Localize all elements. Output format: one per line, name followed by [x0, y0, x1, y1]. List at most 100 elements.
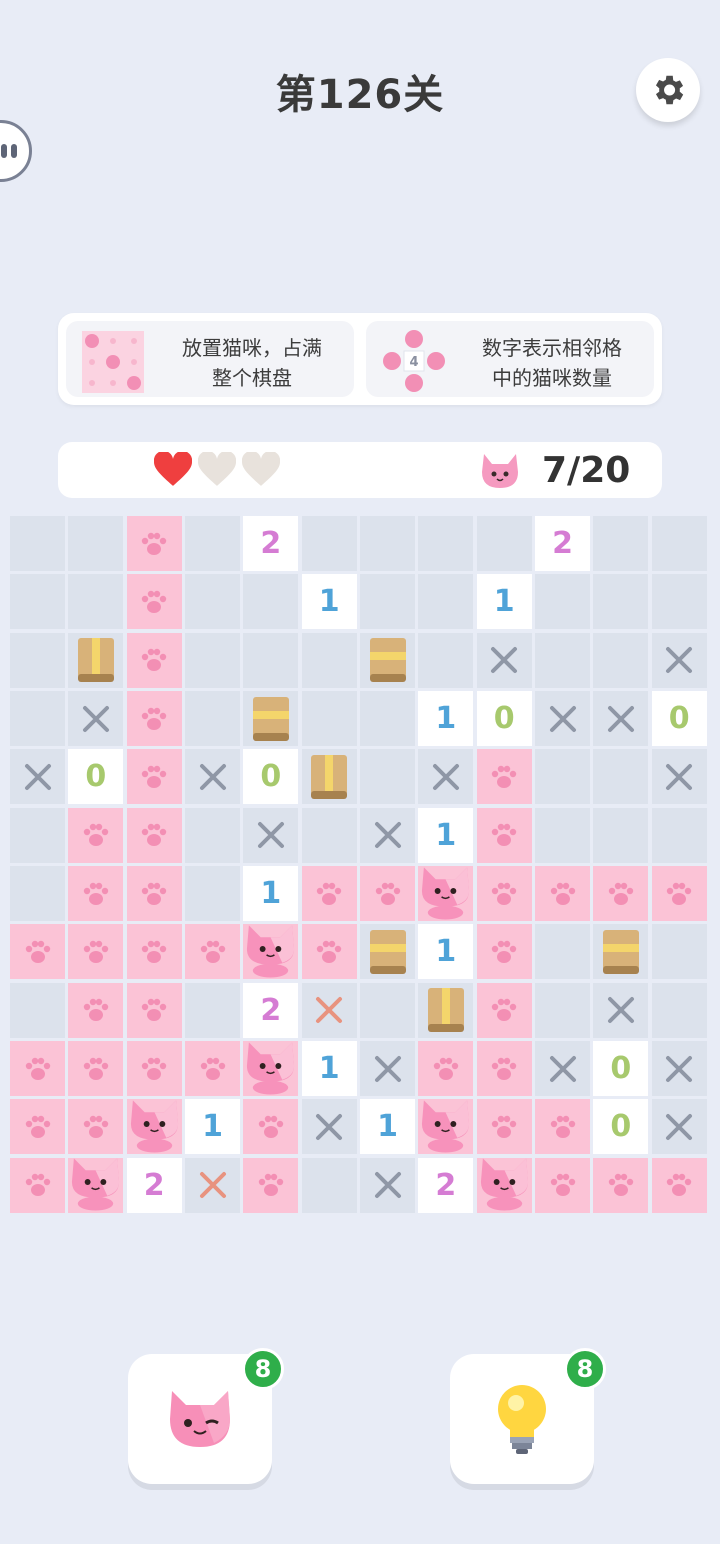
board-cell-paw[interactable] [476, 749, 532, 805]
board-cell-paw[interactable] [126, 632, 182, 688]
board-cell-box[interactable] [243, 691, 299, 746]
board-cell-empty[interactable] [10, 574, 65, 630]
board-cell-empty[interactable] [651, 516, 707, 571]
board-cell-paw[interactable] [126, 807, 182, 863]
assistant-bubble[interactable] [0, 120, 32, 182]
board-cell-marked[interactable] [535, 691, 590, 746]
board-cell-number[interactable]: 1 [360, 1099, 415, 1155]
board-cell-box[interactable] [360, 632, 415, 688]
board-cell-box[interactable] [301, 749, 357, 805]
board-cell-box[interactable] [418, 982, 474, 1038]
board-cell-empty[interactable] [593, 749, 649, 805]
board-cell-empty[interactable] [651, 924, 707, 980]
board-cell-empty[interactable] [68, 516, 124, 571]
board-cell-number[interactable]: 2 [126, 1157, 182, 1213]
board-cell-paw[interactable] [126, 749, 182, 805]
board-cell-number[interactable]: 2 [243, 516, 299, 571]
board-cell-paw[interactable] [10, 924, 65, 980]
board-cell-number[interactable]: 0 [243, 749, 299, 805]
board-cell-number[interactable]: 0 [593, 1099, 649, 1155]
board-cell-marked[interactable] [68, 691, 124, 746]
board-cell-number[interactable]: 0 [68, 749, 124, 805]
board-cell-paw[interactable] [535, 866, 590, 921]
board-cell-empty[interactable] [185, 516, 240, 571]
board-cell-empty[interactable] [243, 632, 299, 688]
board-cell-number[interactable]: 2 [535, 516, 590, 571]
board-cell-empty[interactable] [535, 807, 590, 863]
board-cell-paw[interactable] [243, 1157, 299, 1213]
board-cell-empty[interactable] [10, 866, 65, 921]
board-cell-box[interactable] [593, 924, 649, 980]
board-cell-empty[interactable] [185, 574, 240, 630]
board-cell-empty[interactable] [10, 807, 65, 863]
settings-button[interactable] [636, 58, 700, 122]
board-cell-cat[interactable] [126, 1099, 182, 1155]
board-cell-cat[interactable] [418, 866, 474, 921]
board-cell-paw[interactable] [651, 1157, 707, 1213]
board-cell-marked[interactable] [651, 1099, 707, 1155]
board-cell-empty[interactable] [593, 516, 649, 571]
board-cell-cat[interactable] [476, 1157, 532, 1213]
board-cell-paw[interactable] [535, 1099, 590, 1155]
board-cell-wrong[interactable] [301, 982, 357, 1038]
board-cell-number[interactable]: 1 [185, 1099, 240, 1155]
board-cell-paw[interactable] [68, 1099, 124, 1155]
board-cell-number[interactable]: 1 [301, 574, 357, 630]
board-cell-number[interactable]: 0 [593, 1041, 649, 1096]
board-cell-empty[interactable] [418, 574, 474, 630]
board-cell-paw[interactable] [10, 1099, 65, 1155]
board-cell-empty[interactable] [243, 574, 299, 630]
board-cell-marked[interactable] [535, 1041, 590, 1096]
board-cell-paw[interactable] [185, 1041, 240, 1096]
board-cell-paw[interactable] [301, 866, 357, 921]
board-cell-paw[interactable] [651, 866, 707, 921]
cat-hint-button[interactable]: 8 [128, 1348, 284, 1484]
board-cell-marked[interactable] [10, 749, 65, 805]
board-cell-paw[interactable] [476, 982, 532, 1038]
board-cell-number[interactable]: 2 [418, 1157, 474, 1213]
board-cell-number[interactable]: 0 [476, 691, 532, 746]
board-cell-marked[interactable] [476, 632, 532, 688]
board-cell-empty[interactable] [360, 749, 415, 805]
board-cell-empty[interactable] [360, 691, 415, 746]
board-cell-empty[interactable] [185, 866, 240, 921]
board-cell-box[interactable] [68, 632, 124, 688]
board-cell-empty[interactable] [10, 691, 65, 746]
board-cell-number[interactable]: 1 [418, 924, 474, 980]
board-cell-paw[interactable] [476, 924, 532, 980]
board-cell-number[interactable]: 1 [301, 1041, 357, 1096]
board-cell-paw[interactable] [126, 982, 182, 1038]
board-cell-empty[interactable] [185, 807, 240, 863]
board-cell-cat[interactable] [68, 1157, 124, 1213]
hint-bulb-button[interactable]: 8 [450, 1348, 606, 1484]
board-cell-empty[interactable] [651, 807, 707, 863]
board-cell-empty[interactable] [593, 807, 649, 863]
board-cell-paw[interactable] [185, 924, 240, 980]
board-cell-empty[interactable] [360, 982, 415, 1038]
board-cell-number[interactable]: 1 [476, 574, 532, 630]
board-cell-empty[interactable] [535, 982, 590, 1038]
board-cell-empty[interactable] [10, 516, 65, 571]
board-cell-marked[interactable] [418, 749, 474, 805]
board-cell-empty[interactable] [535, 749, 590, 805]
board-cell-number[interactable]: 1 [243, 866, 299, 921]
board-cell-number[interactable]: 1 [418, 691, 474, 746]
board-cell-marked[interactable] [360, 1041, 415, 1096]
board-cell-paw[interactable] [126, 691, 182, 746]
game-board[interactable]: 22111000011121011022 [10, 516, 710, 1216]
board-cell-marked[interactable] [185, 749, 240, 805]
board-cell-marked[interactable] [360, 1157, 415, 1213]
board-cell-empty[interactable] [535, 632, 590, 688]
board-cell-empty[interactable] [418, 632, 474, 688]
board-cell-empty[interactable] [301, 691, 357, 746]
board-cell-paw[interactable] [126, 516, 182, 571]
board-cell-paw[interactable] [68, 866, 124, 921]
board-cell-wrong[interactable] [185, 1157, 240, 1213]
board-cell-empty[interactable] [68, 574, 124, 630]
board-cell-empty[interactable] [535, 574, 590, 630]
board-cell-paw[interactable] [301, 924, 357, 980]
board-cell-empty[interactable] [360, 574, 415, 630]
board-cell-marked[interactable] [651, 1041, 707, 1096]
board-cell-number[interactable]: 2 [243, 982, 299, 1038]
board-cell-paw[interactable] [418, 1041, 474, 1096]
